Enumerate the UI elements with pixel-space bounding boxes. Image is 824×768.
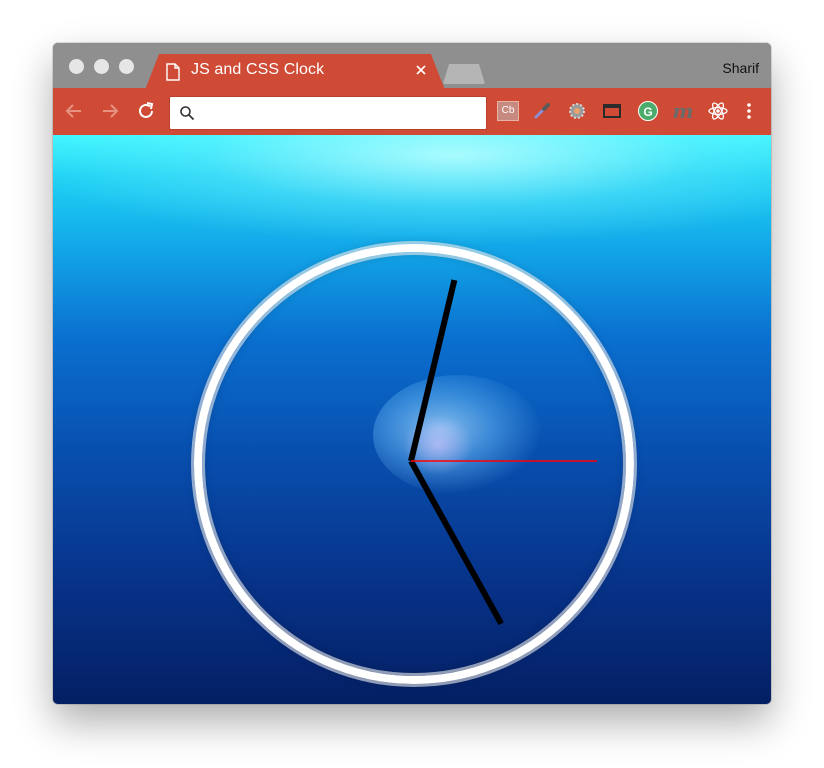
title-bar: JS and CSS Clock Sharif (53, 43, 771, 90)
address-input[interactable] (200, 103, 480, 125)
react-devtools-icon[interactable] (707, 100, 729, 122)
clock-hands (408, 279, 597, 626)
reload-icon[interactable] (135, 100, 157, 122)
tab-title: JS and CSS Clock (191, 61, 325, 78)
page-content (53, 135, 771, 704)
m-extension-icon[interactable]: m (672, 99, 694, 123)
window-resize-icon[interactable] (601, 100, 623, 122)
grammarly-icon[interactable]: G (637, 100, 659, 122)
profile-name[interactable]: Sharif (722, 60, 759, 76)
toolbar: Cb G m (53, 88, 771, 135)
gear-extension-icon[interactable] (566, 100, 588, 122)
search-icon (180, 106, 195, 121)
minute-hand (408, 279, 458, 462)
minimize-window-button[interactable] (94, 59, 109, 74)
close-window-button[interactable] (69, 59, 84, 74)
forward-arrow-icon[interactable] (99, 100, 121, 122)
cb-extension-icon[interactable]: Cb (497, 100, 519, 122)
chrome-menu-icon[interactable] (738, 100, 760, 122)
address-bar[interactable] (169, 96, 487, 130)
file-icon (166, 63, 180, 81)
eyedropper-icon[interactable] (531, 100, 553, 122)
close-icon[interactable] (413, 62, 429, 78)
browser-window: JS and CSS Clock Sharif Cb G m (53, 43, 771, 704)
hour-hand (408, 459, 504, 626)
back-arrow-icon[interactable] (63, 100, 85, 122)
new-tab-button[interactable] (443, 64, 485, 84)
maximize-window-button[interactable] (119, 59, 134, 74)
